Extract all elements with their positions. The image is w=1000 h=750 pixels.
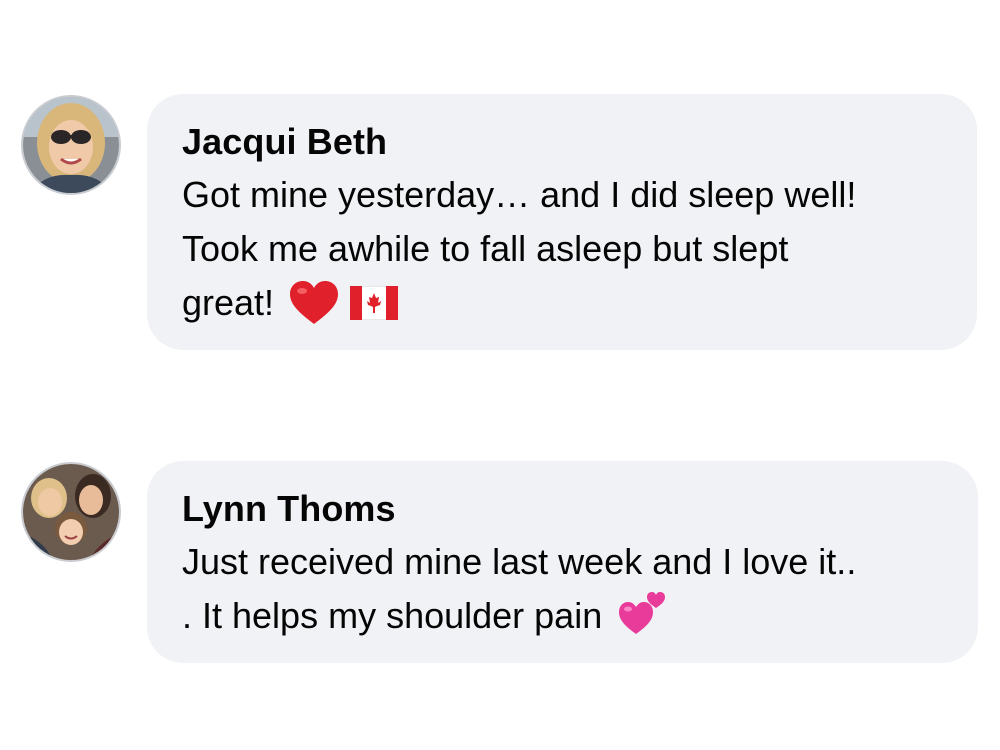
comment-text: Just received mine last week and I love … bbox=[182, 535, 944, 643]
red-heart-icon bbox=[288, 280, 340, 326]
comments-list: Jacqui Beth Got mine yesterday… and I di… bbox=[0, 0, 1000, 750]
comment-text-line: great! bbox=[182, 276, 943, 330]
comment-bubble: Jacqui Beth Got mine yesterday… and I di… bbox=[147, 94, 977, 350]
avatar[interactable] bbox=[21, 462, 121, 562]
comment-author[interactable]: Jacqui Beth bbox=[182, 120, 943, 164]
avatar-photo-icon bbox=[23, 97, 119, 193]
canada-flag-icon bbox=[350, 286, 399, 320]
avatar-photo-icon bbox=[23, 464, 119, 560]
avatar[interactable] bbox=[21, 95, 121, 195]
comment-author[interactable]: Lynn Thoms bbox=[182, 487, 944, 531]
comment-text-fragment: great! bbox=[182, 282, 275, 323]
comment-text-fragment: . It helps my shoulder pain bbox=[182, 595, 603, 636]
comment-text: Got mine yesterday… and I did sleep well… bbox=[182, 168, 943, 330]
comment-text-line: Took me awhile to fall asleep but slept bbox=[182, 228, 789, 269]
comment-bubble: Lynn Thoms Just received mine last week … bbox=[147, 461, 978, 663]
comment-text-line: Got mine yesterday… and I did sleep well… bbox=[182, 174, 857, 215]
comment-text-line: Just received mine last week and I love … bbox=[182, 541, 857, 582]
comment-text-line: . It helps my shoulder pain bbox=[182, 589, 944, 643]
two-hearts-icon bbox=[618, 586, 668, 636]
